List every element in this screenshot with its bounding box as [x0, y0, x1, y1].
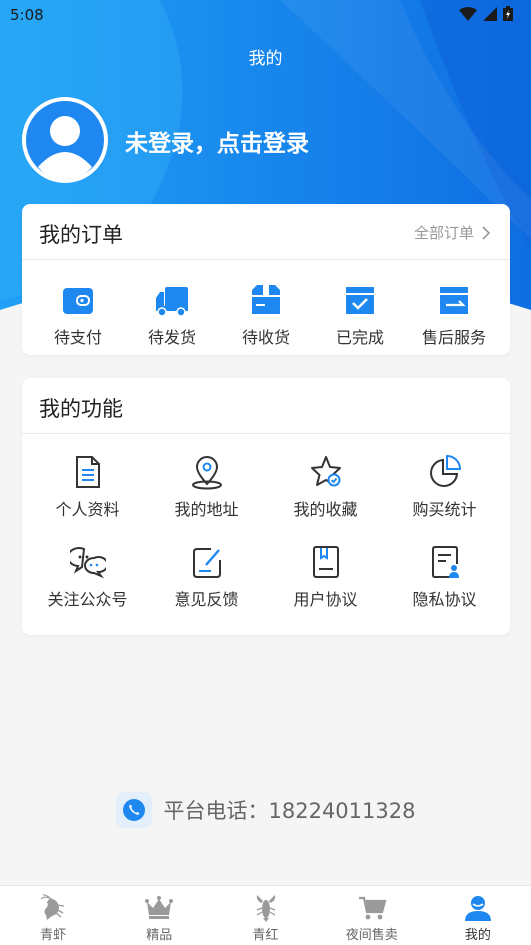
func-purchase-stats[interactable]: 购买统计	[385, 454, 504, 520]
functions-card-header: 我的功能	[22, 378, 510, 434]
orders-card: 我的订单 全部订单 待支付 待发货 待收货 已完成 售后服务	[22, 204, 510, 355]
all-orders-link[interactable]: 全部订单	[414, 222, 490, 243]
func-label: 关注公众号	[47, 590, 128, 609]
order-label: 待支付	[53, 328, 102, 347]
func-favorites[interactable]: 我的收藏	[266, 454, 385, 520]
func-label: 意见反馈	[174, 590, 239, 609]
pie-chart-icon	[429, 454, 461, 487]
func-label: 我的收藏	[293, 500, 358, 519]
tab-premium[interactable]: 精品	[106, 886, 212, 945]
func-label: 用户协议	[293, 590, 358, 609]
platform-phone[interactable]: 平台电话：18224011328	[0, 792, 531, 828]
chevron-right-icon	[482, 225, 490, 240]
page-title: 我的	[248, 49, 283, 69]
signal-icon	[483, 6, 497, 21]
order-label: 待发货	[147, 328, 196, 347]
tab-mine[interactable]: 我的	[425, 886, 531, 945]
order-pending-shipment[interactable]: 待发货	[136, 282, 208, 348]
return-box-icon	[440, 287, 468, 314]
func-label: 购买统计	[412, 500, 477, 519]
wifi-icon	[459, 6, 477, 21]
all-orders-label: 全部订单	[413, 224, 474, 242]
func-address[interactable]: 我的地址	[147, 454, 266, 520]
status-bar: 5:08	[0, 0, 531, 30]
box-check-icon	[346, 287, 374, 314]
tab-label: 我的	[464, 928, 491, 943]
func-user-agreement[interactable]: 用户协议	[266, 544, 385, 610]
agreement-icon	[312, 546, 339, 578]
wallet-icon	[63, 288, 93, 314]
crayfish-icon	[256, 895, 275, 922]
platform-phone-text: 平台电话：18224011328	[163, 799, 416, 823]
orders-title: 我的订单	[39, 223, 123, 247]
tab-label: 夜间售卖	[345, 928, 398, 943]
avatar[interactable]	[22, 97, 108, 183]
wechat-icon	[69, 547, 106, 579]
func-profile[interactable]: 个人资料	[28, 454, 147, 520]
func-follow-account[interactable]: 关注公众号	[28, 544, 147, 610]
battery-icon	[503, 6, 513, 21]
phone-icon	[115, 792, 152, 828]
user-icon	[464, 896, 491, 921]
shrimp-icon	[40, 894, 65, 920]
feedback-icon	[192, 548, 221, 578]
tab-shrimp[interactable]: 青虾	[0, 886, 106, 945]
func-privacy-agreement[interactable]: 隐私协议	[385, 544, 504, 610]
order-pending-receipt[interactable]: 待收货	[230, 282, 302, 348]
func-label: 个人资料	[55, 500, 120, 519]
orders-card-header: 我的订单 全部订单	[22, 204, 510, 260]
status-time: 5:08	[10, 6, 44, 24]
tab-label: 精品	[146, 928, 173, 943]
order-completed[interactable]: 已完成	[324, 282, 396, 348]
tab-night-sale[interactable]: 夜间售卖	[319, 886, 425, 945]
tab-label: 青红	[252, 928, 279, 943]
privacy-icon	[431, 546, 459, 578]
func-label: 我的地址	[174, 500, 239, 519]
crown-icon	[145, 896, 174, 919]
functions-title: 我的功能	[39, 397, 123, 421]
order-label: 待收货	[241, 328, 290, 347]
truck-icon	[156, 287, 188, 317]
functions-card: 我的功能 个人资料 我的地址 我的收藏 购买统计 关注公众号 意见反馈 用户协议…	[22, 378, 510, 635]
order-label: 已完成	[335, 328, 384, 347]
location-pin-icon	[191, 456, 222, 490]
tab-crayfish[interactable]: 青红	[212, 886, 318, 945]
cart-icon	[358, 896, 387, 920]
order-label: 售后服务	[421, 328, 486, 347]
package-icon	[252, 285, 280, 314]
login-prompt[interactable]: 未登录，点击登录	[125, 124, 309, 158]
func-label: 隐私协议	[412, 590, 477, 609]
document-icon	[75, 456, 100, 488]
func-feedback[interactable]: 意见反馈	[147, 544, 266, 610]
bottom-tab-bar: 青虾 精品 青红 夜间售卖 我的	[0, 885, 531, 945]
star-icon	[310, 456, 341, 487]
system-icons	[459, 6, 513, 21]
default-avatar-icon	[26, 101, 104, 179]
tab-label: 青虾	[40, 928, 67, 943]
order-pending-payment[interactable]: 待支付	[42, 282, 114, 348]
order-after-sales[interactable]: 售后服务	[418, 282, 490, 348]
